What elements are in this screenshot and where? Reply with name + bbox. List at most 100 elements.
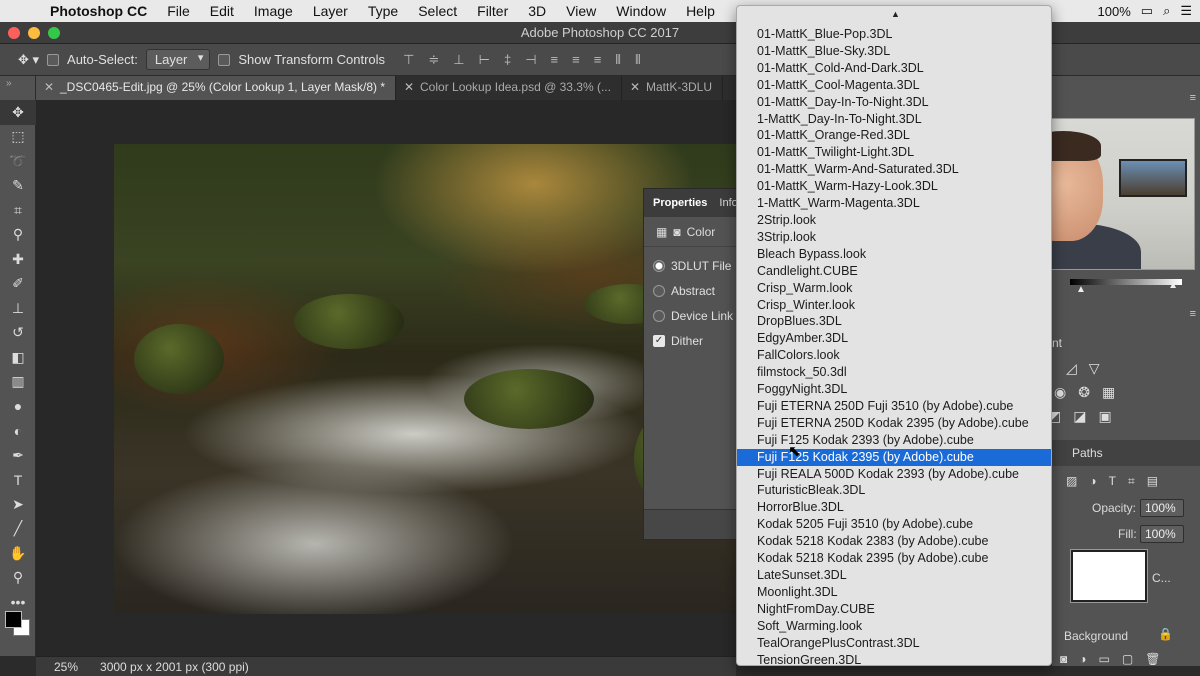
- radio-3dlut-file[interactable]: [653, 259, 665, 272]
- eraser-tool[interactable]: ◧: [0, 345, 36, 370]
- lut-list-item[interactable]: Kodak 5218 Kodak 2383 (by Adobe).cube: [737, 533, 1051, 550]
- history-brush-tool[interactable]: ↺: [0, 321, 36, 346]
- align-bottom-icon[interactable]: ⊥: [453, 52, 464, 68]
- menu-select[interactable]: Select: [408, 3, 467, 19]
- healing-brush-tool[interactable]: ✚: [0, 247, 36, 272]
- pen-tool[interactable]: ✒: [0, 443, 36, 468]
- lut-list-item[interactable]: Bleach Bypass.look: [737, 246, 1051, 263]
- menu-app-name[interactable]: Photoshop CC: [48, 3, 157, 19]
- lut-list-item[interactable]: 3Strip.look: [737, 229, 1051, 246]
- distribute-top-icon[interactable]: ≡: [551, 52, 559, 68]
- lut-list-item[interactable]: NightFromDay.CUBE: [737, 601, 1051, 618]
- tab-mattk-3dlut[interactable]: ✕ MattK-3DLU: [622, 76, 724, 100]
- align-top-icon[interactable]: ⊤: [403, 52, 414, 68]
- eyedropper-tool[interactable]: ⚲: [0, 223, 36, 248]
- line-tool[interactable]: ╱: [0, 517, 36, 542]
- scroll-up-arrow-icon[interactable]: ▲: [891, 9, 900, 19]
- gradient-tool[interactable]: ▥: [0, 370, 36, 395]
- tab-paths[interactable]: Paths: [1072, 446, 1103, 460]
- distribute-vcenter-icon[interactable]: ≡: [572, 52, 580, 68]
- lut-list-item[interactable]: Fuji F125 Kodak 2393 (by Adobe).cube: [737, 432, 1051, 449]
- layer-mask-icon[interactable]: ◙: [673, 225, 680, 239]
- hand-tool[interactable]: ✋: [0, 541, 36, 566]
- slider-handle-icon[interactable]: ▲: [1076, 284, 1086, 295]
- lut-list-item[interactable]: 01-MattK_Warm-Hazy-Look.3DL: [737, 178, 1051, 195]
- lut-list-item[interactable]: Kodak 5205 Fuji 3510 (by Adobe).cube: [737, 516, 1051, 533]
- new-adjustment-icon[interactable]: ◑: [1079, 652, 1086, 666]
- option-abstract[interactable]: Abstract: [644, 278, 737, 303]
- lut-list-item[interactable]: Moonlight.3DL: [737, 584, 1051, 601]
- canvas-area[interactable]: [36, 100, 736, 656]
- align-hcenter-icon[interactable]: ‡: [504, 52, 511, 68]
- option-device-link[interactable]: Device Link: [644, 303, 737, 328]
- filter-shape-icon[interactable]: ⌗: [1128, 474, 1135, 489]
- notification-center-icon[interactable]: ☰: [1180, 3, 1192, 19]
- photo-filter-icon[interactable]: ◉: [1054, 384, 1066, 401]
- menu-view[interactable]: View: [556, 3, 606, 19]
- distribute-hcenter-icon[interactable]: ⦀: [635, 52, 641, 68]
- lut-list-item[interactable]: 01-MattK_Day-In-To-Night.3DL: [737, 94, 1051, 111]
- lut-list-item[interactable]: 01-MattK_Cool-Magenta.3DL: [737, 77, 1051, 94]
- clone-stamp-tool[interactable]: ⊥: [0, 296, 36, 321]
- add-mask-icon[interactable]: ◙: [1060, 652, 1067, 666]
- tab-dsc0465[interactable]: ✕ _DSC0465-Edit.jpg @ 25% (Color Lookup …: [36, 76, 397, 100]
- blur-tool[interactable]: ●: [0, 394, 36, 419]
- filter-adjustment-icon[interactable]: ◑: [1089, 474, 1096, 489]
- lut-list-item[interactable]: 01-MattK_Twilight-Light.3DL: [737, 144, 1051, 161]
- lut-list-item[interactable]: TealOrangePlusContrast.3DL: [737, 635, 1051, 652]
- auto-select-dropdown[interactable]: Layer: [145, 49, 211, 70]
- option-dither[interactable]: ✓ Dither: [644, 328, 737, 353]
- fill-field[interactable]: 100%: [1140, 525, 1184, 543]
- lut-list-item[interactable]: FuturisticBleak.3DL: [737, 482, 1051, 499]
- opacity-field[interactable]: 100%: [1140, 499, 1184, 517]
- spotlight-search-icon[interactable]: ⌕: [1163, 3, 1170, 19]
- menu-type[interactable]: Type: [358, 3, 408, 19]
- filter-type-icon[interactable]: T: [1109, 474, 1116, 489]
- 3dlut-file-dropdown[interactable]: ▲ 01-MattK_Blue-Pop.3DL 01-MattK_Blue-Sky…: [736, 5, 1052, 669]
- lut-list-item[interactable]: 1-MattK_Day-In-To-Night.3DL: [737, 111, 1051, 128]
- lut-list-item[interactable]: Candlelight.CUBE: [737, 263, 1051, 280]
- quick-select-tool[interactable]: ✎: [0, 174, 36, 199]
- brush-tool[interactable]: ✐: [0, 272, 36, 297]
- channel-mixer-icon[interactable]: ❂: [1078, 384, 1090, 401]
- threshold-icon[interactable]: ▣: [1098, 408, 1111, 425]
- tab-color-lookup-idea[interactable]: ✕ Color Lookup Idea.psd @ 33.3% (...: [396, 76, 622, 100]
- lut-list-item[interactable]: 01-MattK_Blue-Pop.3DL: [737, 26, 1051, 43]
- layer-mask-thumbnail[interactable]: [1071, 550, 1147, 602]
- gradient-map-icon[interactable]: ▽: [1089, 360, 1100, 377]
- lut-list-item[interactable]: Fuji ETERNA 250D Kodak 2395 (by Adobe).c…: [737, 415, 1051, 432]
- lut-list-item[interactable]: 01-MattK_Orange-Red.3DL: [737, 127, 1051, 144]
- color-lookup-icon[interactable]: ▦: [1102, 384, 1115, 401]
- lut-list-item[interactable]: DropBlues.3DL: [737, 313, 1051, 330]
- radio-device-link[interactable]: [653, 309, 665, 322]
- lut-list-item[interactable]: Soft_Warming.look: [737, 618, 1051, 635]
- menu-3d[interactable]: 3D: [518, 3, 556, 19]
- lut-list-item[interactable]: Crisp_Winter.look: [737, 297, 1051, 314]
- filter-pixel-icon[interactable]: ▨: [1066, 474, 1077, 489]
- collapse-toolbar-icon[interactable]: »: [0, 76, 35, 100]
- zoom-level[interactable]: 25%: [54, 660, 78, 674]
- new-layer-icon[interactable]: ▢: [1122, 652, 1133, 666]
- move-tool-icon[interactable]: ✥ ▾: [18, 52, 39, 68]
- lut-list-item[interactable]: FallColors.look: [737, 347, 1051, 364]
- menu-filter[interactable]: Filter: [467, 3, 518, 19]
- foreground-color-swatch[interactable]: [5, 611, 22, 628]
- curves-icon[interactable]: ◿: [1066, 360, 1077, 377]
- menu-edit[interactable]: Edit: [200, 3, 244, 19]
- align-right-icon[interactable]: ⊣: [525, 52, 536, 68]
- show-transform-checkbox[interactable]: [218, 53, 231, 66]
- menu-file[interactable]: File: [157, 3, 200, 19]
- lut-list-item[interactable]: filmstock_50.3dl: [737, 364, 1051, 381]
- distribute-bottom-icon[interactable]: ≡: [594, 52, 602, 68]
- lut-list-item[interactable]: TensionGreen.3DL: [737, 652, 1051, 669]
- distribute-left-icon[interactable]: ⦀: [615, 52, 621, 68]
- delete-layer-icon[interactable]: 🗑: [1145, 652, 1160, 666]
- lut-list-item[interactable]: LateSunset.3DL: [737, 567, 1051, 584]
- auto-select-checkbox[interactable]: [47, 53, 60, 66]
- menu-image[interactable]: Image: [244, 3, 303, 19]
- menu-help[interactable]: Help: [676, 3, 725, 19]
- posterize-icon[interactable]: ◪: [1073, 408, 1086, 425]
- move-tool[interactable]: ✥: [0, 100, 36, 125]
- radio-abstract[interactable]: [653, 284, 665, 297]
- align-vcenter-icon[interactable]: ≑: [428, 52, 439, 68]
